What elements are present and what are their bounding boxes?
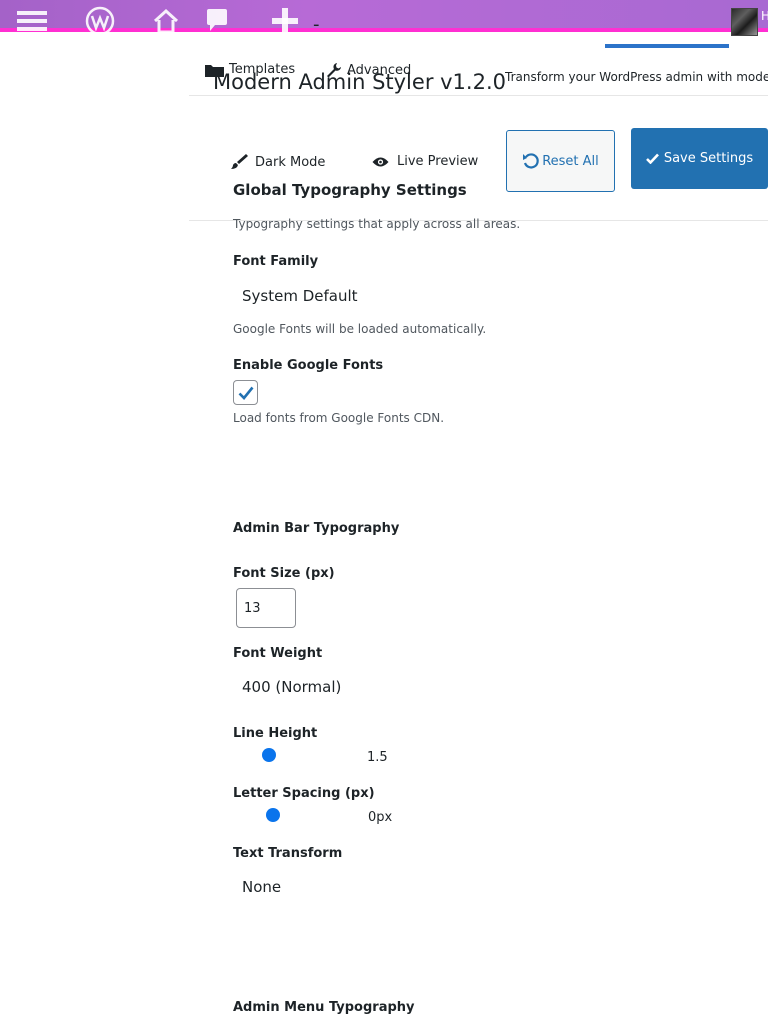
- check-icon: [645, 153, 659, 164]
- plugin-title: Modern Admin Styler v1.2.0: [213, 70, 506, 94]
- letter-spacing-label: Letter Spacing (px): [233, 786, 375, 801]
- wordpress-logo-icon[interactable]: [85, 4, 115, 38]
- comment-icon[interactable]: [205, 4, 229, 38]
- active-tab-indicator: [605, 44, 729, 48]
- undo-icon: [523, 153, 539, 169]
- admin-bar-accent-stripe: [0, 28, 768, 32]
- admin-menu-typography-title: Admin Menu Typography: [233, 1000, 415, 1015]
- admin-bar-typography-title: Admin Bar Typography: [233, 521, 400, 536]
- global-typography-description: Typography settings that apply across al…: [233, 217, 521, 231]
- menu-icon[interactable]: [17, 4, 47, 38]
- home-icon[interactable]: [152, 4, 180, 38]
- reset-all-label: Reset All: [542, 153, 599, 169]
- font-family-select[interactable]: System Default: [242, 287, 358, 305]
- enable-google-fonts-help: Load fonts from Google Fonts CDN.: [233, 411, 445, 425]
- text-transform-select[interactable]: None: [242, 878, 281, 896]
- line-height-slider-thumb[interactable]: [261, 748, 276, 762]
- admin-bar-title-fragment: -: [313, 14, 320, 35]
- admin-bar: [0, 0, 768, 28]
- enable-google-fonts-label: Enable Google Fonts: [233, 358, 384, 373]
- save-settings-label: Save Settings: [663, 151, 754, 166]
- dark-mode-toggle[interactable]: Dark Mode: [230, 154, 325, 170]
- enable-google-fonts-checkbox[interactable]: [233, 380, 258, 405]
- line-height-value: 1.5: [367, 750, 388, 765]
- font-weight-select[interactable]: 400 (Normal): [242, 678, 341, 696]
- line-height-label: Line Height: [233, 726, 318, 741]
- global-typography-title: Global Typography Settings: [233, 181, 467, 199]
- user-avatar[interactable]: [731, 8, 758, 36]
- save-settings-button[interactable]: Save Settings: [631, 128, 768, 189]
- letter-spacing-slider[interactable]: [233, 806, 361, 822]
- dark-mode-label: Dark Mode: [255, 154, 326, 170]
- user-name-initial[interactable]: H: [761, 9, 768, 23]
- line-height-slider[interactable]: [233, 746, 361, 762]
- font-family-help: Google Fonts will be loaded automaticall…: [233, 322, 487, 336]
- font-weight-label: Font Weight: [233, 646, 323, 661]
- reset-all-button[interactable]: Reset All: [506, 130, 615, 192]
- font-size-label: Font Size (px): [233, 566, 335, 581]
- paint-brush-icon: [231, 154, 248, 169]
- letter-spacing-value: 0px: [368, 810, 393, 825]
- text-transform-label: Text Transform: [233, 846, 343, 861]
- plugin-tagline: Transform your WordPress admin with mode…: [505, 70, 768, 84]
- live-preview-toggle[interactable]: Live Preview: [372, 154, 478, 169]
- font-family-label: Font Family: [233, 254, 319, 269]
- font-size-input[interactable]: [236, 588, 296, 628]
- checkmark-icon: [238, 386, 254, 400]
- eye-icon: [372, 157, 389, 166]
- live-preview-label: Live Preview: [397, 154, 479, 169]
- letter-spacing-slider-thumb[interactable]: [265, 808, 280, 822]
- plus-icon[interactable]: [270, 4, 300, 38]
